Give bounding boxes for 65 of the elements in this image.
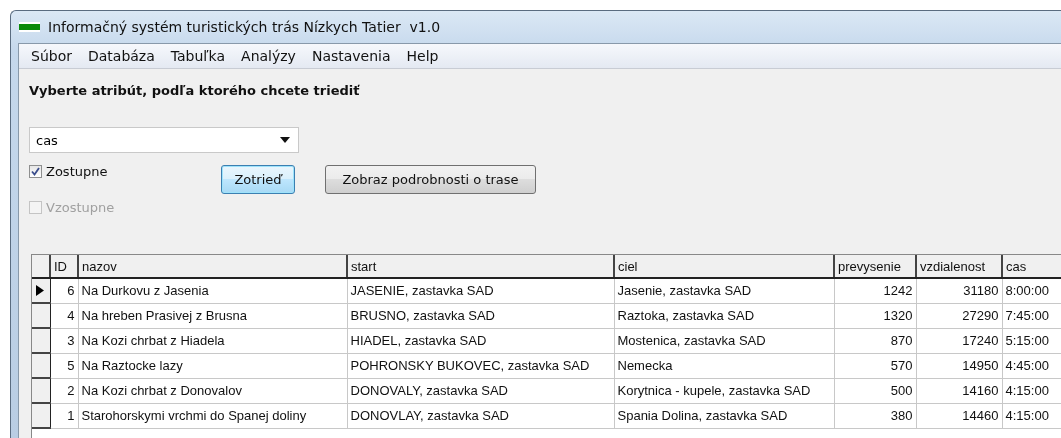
table-cell: Mostenica, zastavka SAD [614,328,834,353]
table-cell: Raztoka, zastavka SAD [614,303,834,328]
attribute-dropdown[interactable]: cas [29,127,299,153]
column-header[interactable]: prevysenie [834,255,916,278]
table-cell: 870 [834,328,916,353]
menu-item[interactable]: Help [398,46,447,66]
row-selector[interactable] [32,328,50,353]
table-cell: 1320 [834,303,916,328]
action-button[interactable]: Zobraz podrobnosti o trase [325,165,536,194]
row-selector[interactable] [32,378,50,403]
check-icon [31,167,40,176]
menu-item[interactable]: Tabuľka [162,46,234,66]
action-button[interactable]: Zotrieď [221,165,295,194]
row-selector[interactable] [32,303,50,328]
column-header[interactable]: start [347,255,614,278]
menu-item[interactable]: Databáza [79,46,163,66]
table-cell: 4 [50,303,78,328]
table-cell: Na Raztocke lazy [78,353,347,378]
table-cell: Na Durkovu z Jasenia [78,278,347,303]
table-cell: Na hreben Prasivej z Brusna [78,303,347,328]
table-cell: 3 [50,328,78,353]
menu-item[interactable]: Analýzy [233,46,304,66]
table-cell: 14950 [916,353,1002,378]
table-cell: 1242 [834,278,916,303]
window-title: Informačný systém turistických trás Nízkych Tatier v1.0 [48,19,441,35]
sort-checkbox[interactable]: Zostupne [29,164,108,179]
column-header[interactable]: vzdialenost [916,255,1002,278]
table-cell: 1 [50,403,78,428]
table-cell: 5 [50,353,78,378]
table-cell: Na Kozi chrbat z Hiadela [78,328,347,353]
column-header[interactable]: cas [1002,255,1061,278]
table-cell: POHRONSKY BUKOVEC, zastavka SAD [347,353,614,378]
table-cell: DONOVALY, zastavka SAD [347,378,614,403]
table-cell: 14160 [916,378,1002,403]
table-cell: Na Kozi chrbat z Donovalov [78,378,347,403]
column-header[interactable]: ID [50,255,78,278]
table-cell: Spania Dolina, zastavka SAD [614,403,834,428]
table-cell: BRUSNO, zastavka SAD [347,303,614,328]
table-cell: 2 [50,378,78,403]
table-cell: 570 [834,353,916,378]
table-cell: JASENIE, zastavka SAD [347,278,614,303]
table-cell: DONOVLAY, zastavka SAD [347,403,614,428]
app-icon [19,22,40,32]
table-cell: 27290 [916,303,1002,328]
column-header[interactable]: nazov [78,255,347,278]
current-row-icon [36,285,44,296]
menu-item[interactable]: Nastavenia [303,46,399,66]
table-cell: Nemecka [614,353,834,378]
table-cell: 14460 [916,403,1002,428]
caret-icon [280,137,290,143]
table-cell: Jasenie, zastavka SAD [614,278,834,303]
table-cell: 500 [834,378,916,403]
table-cell: 17240 [916,328,1002,353]
table-cell: Korytnica - kupele, zastavka SAD [614,378,834,403]
menu-item[interactable]: Súbor [23,46,80,66]
column-header[interactable]: ciel [614,255,834,278]
row-selector[interactable] [32,353,50,378]
row-selector[interactable] [32,278,50,303]
table-cell: 31180 [916,278,1002,303]
row-selector[interactable] [32,403,50,428]
table-cell: Starohorskymi vrchmi do Spanej doliny [78,403,347,428]
sort-prompt: Vyberte atribút, podľa ktorého chcete triediť [29,83,360,98]
table-cell: HIADEL, zastavka SAD [347,328,614,353]
table-cell: 380 [834,403,916,428]
table-cell: 6 [50,278,78,303]
